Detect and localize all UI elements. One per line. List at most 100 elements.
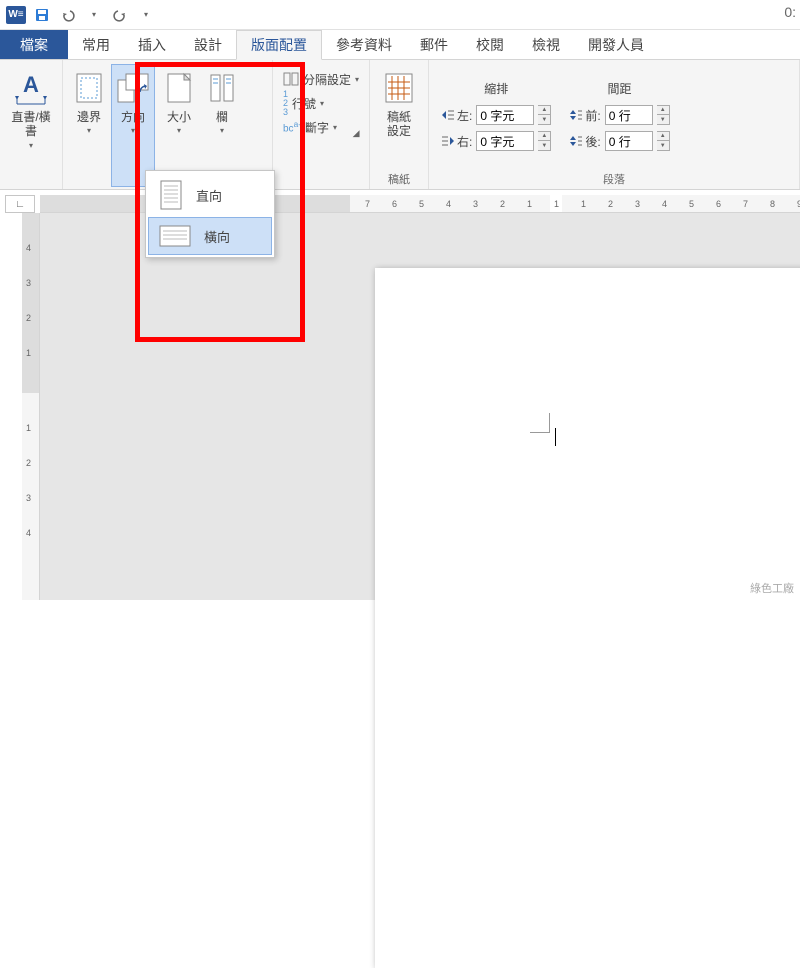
tab-file[interactable]: 檔案	[0, 30, 68, 59]
svg-text:A: A	[23, 72, 39, 97]
indent-right-spinner[interactable]: ▲▼	[538, 131, 551, 151]
margins-label: 邊界	[77, 110, 101, 124]
dropdown-arrow-icon: ▾	[355, 75, 359, 84]
indent-right-label: 右:	[441, 133, 472, 150]
manuscript-button[interactable]: 稿紙設定	[376, 64, 422, 169]
vertical-ruler[interactable]: 43211234	[22, 213, 40, 600]
ruler-tick: 1	[581, 199, 586, 209]
tab-view[interactable]: 檢視	[518, 30, 574, 59]
size-button[interactable]: 大小 ▾	[157, 64, 201, 187]
indent-section-label: 縮排	[441, 80, 551, 101]
qat-customize-button[interactable]: ▾	[134, 3, 158, 27]
orientation-landscape-item[interactable]: 橫向	[148, 217, 272, 255]
title-right-text: 0:	[784, 4, 796, 20]
ruler-tick: 6	[716, 199, 721, 209]
text-direction-button[interactable]: A 直書/橫書 ▾	[6, 64, 56, 187]
ruler-corner[interactable]: ∟	[5, 195, 35, 213]
watermark-text: 綠色工廠	[750, 580, 794, 596]
landscape-label: 橫向	[204, 227, 230, 246]
landscape-icon	[158, 223, 192, 249]
dropdown-arrow-icon: ▾	[333, 123, 337, 132]
tab-references[interactable]: 參考資料	[322, 30, 406, 59]
spacing-after-label: 後:	[569, 133, 600, 150]
ruler-tick: 3	[635, 199, 640, 209]
quick-access-toolbar: W≡ ▾ ▾	[4, 3, 158, 27]
orientation-dropdown: 直向 橫向	[145, 170, 275, 258]
hyphenation-label: 斷字	[305, 119, 329, 136]
orientation-button[interactable]: 方向 ▾	[111, 64, 155, 187]
indent-left-input[interactable]	[476, 105, 534, 125]
orientation-icon	[116, 68, 150, 108]
columns-button[interactable]: 欄 ▾	[203, 64, 241, 187]
ruler-tick: 1	[554, 199, 559, 209]
columns-icon	[209, 68, 235, 108]
ruler-tick: 7	[365, 199, 370, 209]
undo-button[interactable]	[56, 3, 80, 27]
size-label: 大小	[167, 110, 191, 124]
ruler-tick: 1	[26, 423, 31, 433]
ruler-tick: 3	[473, 199, 478, 209]
spacing-before-input[interactable]	[605, 105, 653, 125]
save-button[interactable]	[30, 3, 54, 27]
ruler-tick: 7	[743, 199, 748, 209]
ruler-tick: 8	[770, 199, 775, 209]
indent-left-icon	[441, 109, 455, 121]
portrait-label: 直向	[196, 186, 222, 205]
group-manuscript: 稿紙設定 稿紙	[370, 60, 429, 189]
orientation-label: 方向	[121, 110, 145, 124]
spacing-after-icon	[569, 135, 583, 147]
tab-home[interactable]: 常用	[68, 30, 124, 59]
word-icon[interactable]: W≡	[4, 3, 28, 27]
ruler-tick: 2	[26, 313, 31, 323]
ruler-tick: 5	[689, 199, 694, 209]
dropdown-arrow-icon: ▾	[220, 126, 224, 135]
hyphenation-icon: bca-	[283, 119, 301, 134]
ruler-tick: 4	[26, 528, 31, 538]
tab-page-layout[interactable]: 版面配置	[236, 30, 322, 60]
margins-button[interactable]: 邊界 ▾	[69, 64, 109, 187]
manuscript-icon	[384, 68, 414, 108]
tab-review[interactable]: 校閱	[462, 30, 518, 59]
line-numbers-button[interactable]: 123 行號 ▾	[279, 92, 363, 114]
tab-mailings[interactable]: 郵件	[406, 30, 462, 59]
spacing-before-spinner[interactable]: ▲▼	[657, 105, 670, 125]
tab-developer[interactable]: 開發人員	[574, 30, 658, 59]
spacing-section-label: 間距	[569, 80, 669, 101]
spacing-after-input[interactable]	[605, 131, 653, 151]
ruler-tick: 5	[419, 199, 424, 209]
spacing-after-spinner[interactable]: ▲▼	[657, 131, 670, 151]
undo-more-button[interactable]: ▾	[82, 3, 106, 27]
manuscript-group-label: 稿紙	[376, 169, 422, 187]
dropdown-arrow-icon: ▾	[177, 126, 181, 135]
document-page[interactable]	[375, 268, 800, 968]
columns-label: 欄	[216, 110, 228, 124]
line-numbers-label: 行號	[292, 95, 316, 112]
group-breaks: 分隔設定 ▾ 123 行號 ▾ bca- 斷字 ▾ ◢	[273, 60, 370, 189]
dialog-launcher-icon[interactable]: ◢	[349, 126, 363, 140]
spacing-before-label: 前:	[569, 107, 600, 124]
tab-insert[interactable]: 插入	[124, 30, 180, 59]
indent-left-label: 左:	[441, 107, 472, 124]
dropdown-arrow-icon: ▾	[29, 141, 33, 150]
redo-button[interactable]	[108, 3, 132, 27]
ribbon-tabs: 檔案 常用 插入 設計 版面配置 參考資料 郵件 校閱 檢視 開發人員	[0, 30, 800, 60]
dropdown-arrow-icon: ▾	[320, 99, 324, 108]
text-direction-icon: A	[13, 68, 49, 108]
portrait-icon	[158, 179, 184, 211]
ruler-tick: 2	[500, 199, 505, 209]
indent-left-spinner[interactable]: ▲▼	[538, 105, 551, 125]
tab-design[interactable]: 設計	[180, 30, 236, 59]
breaks-button[interactable]: 分隔設定 ▾	[279, 68, 363, 90]
orientation-portrait-item[interactable]: 直向	[148, 173, 272, 217]
group-paragraph: 縮排 左: ▲▼ 右: ▲▼ 間距 前: ▲▼	[429, 60, 800, 189]
dropdown-arrow-icon: ▾	[131, 126, 135, 135]
margin-corner-mark	[530, 413, 550, 433]
document-canvas[interactable]	[40, 213, 800, 600]
indent-right-input[interactable]	[476, 131, 534, 151]
ribbon: A 直書/橫書 ▾ 邊界 ▾ 方向 ▾	[0, 60, 800, 190]
size-icon	[166, 68, 192, 108]
ruler-tick: 1	[527, 199, 532, 209]
breaks-label: 分隔設定	[303, 71, 351, 88]
manuscript-label2: 設定	[387, 124, 411, 138]
ruler-tick: 6	[392, 199, 397, 209]
